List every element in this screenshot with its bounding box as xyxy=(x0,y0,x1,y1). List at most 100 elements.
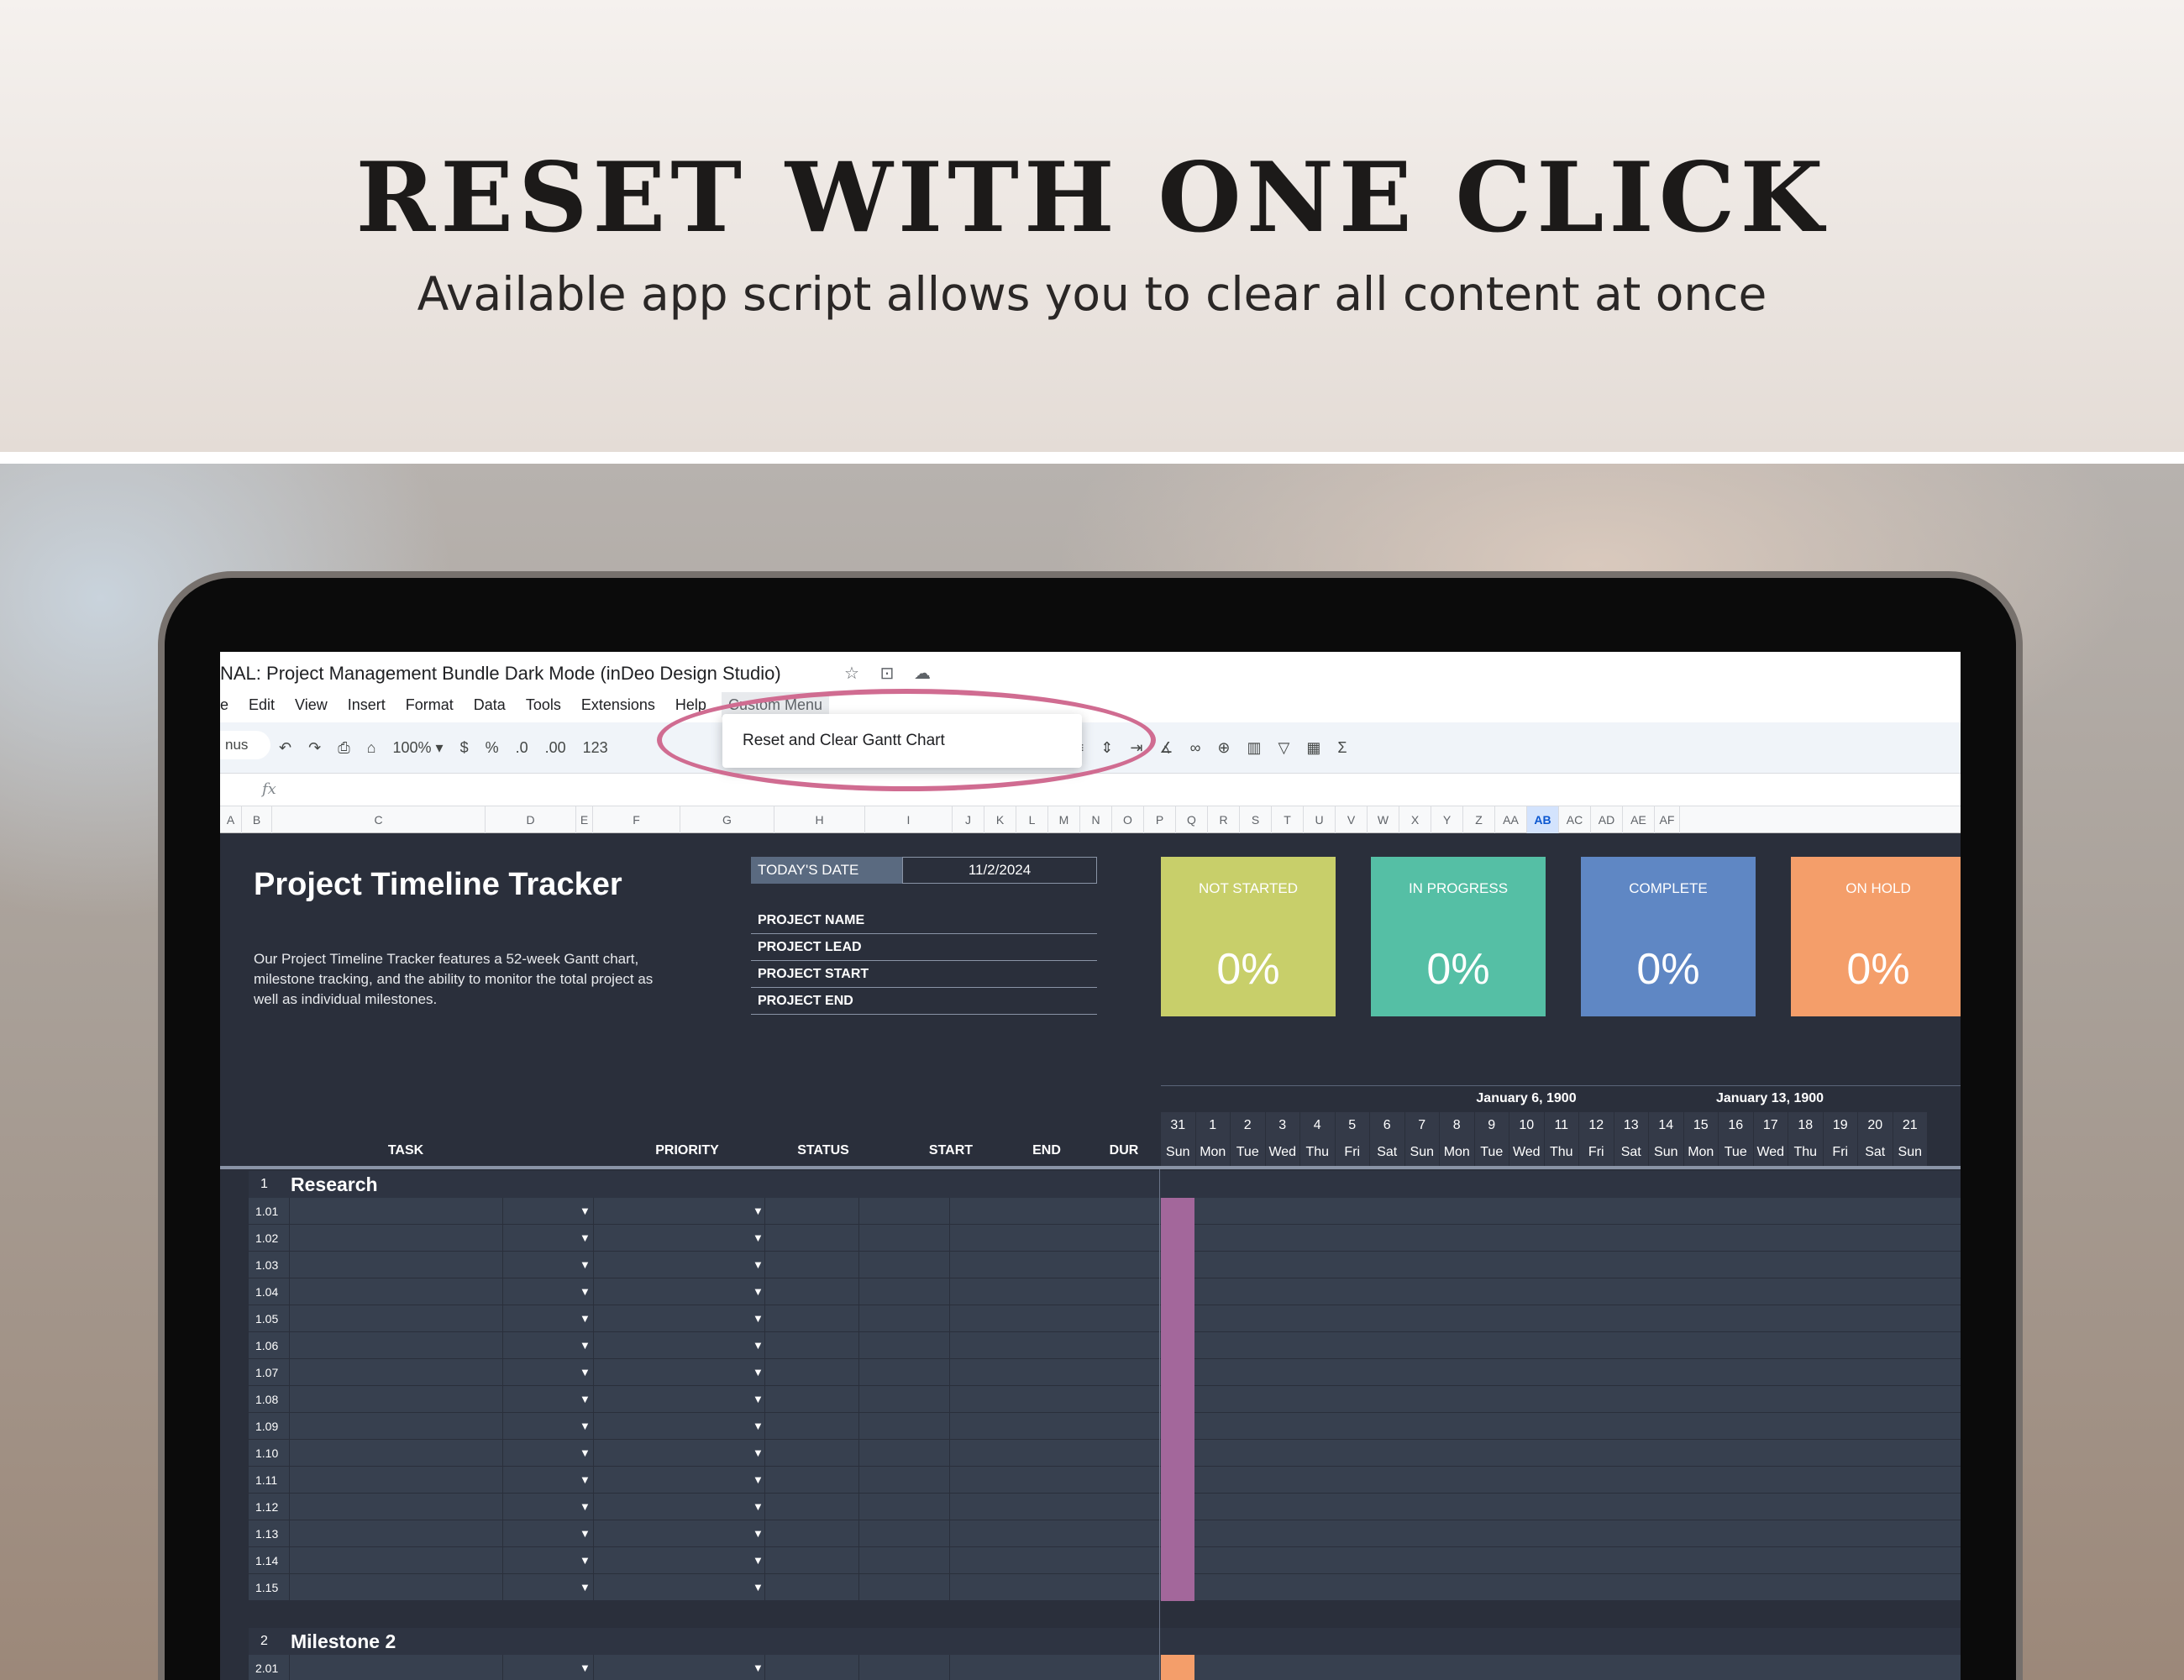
start-cell[interactable] xyxy=(764,1440,858,1466)
status-dropdown-icon[interactable]: ▼ xyxy=(753,1252,764,1278)
task-row[interactable]: 1.06 ▼ ▼ xyxy=(249,1332,1961,1359)
status-dropdown-icon[interactable]: ▼ xyxy=(753,1305,764,1332)
task-cell[interactable] xyxy=(289,1252,502,1278)
status-cell[interactable] xyxy=(593,1305,697,1331)
column-header-ae[interactable]: AE xyxy=(1623,806,1655,833)
start-cell[interactable] xyxy=(764,1305,858,1331)
insert-chart-icon[interactable]: ▥ xyxy=(1247,739,1262,757)
end-cell[interactable] xyxy=(858,1467,949,1493)
redo-icon[interactable]: ↷ xyxy=(308,739,321,757)
priority-dropdown-icon[interactable]: ▼ xyxy=(580,1655,591,1680)
column-header-v[interactable]: V xyxy=(1336,806,1368,833)
status-cell[interactable] xyxy=(593,1467,697,1493)
end-cell[interactable] xyxy=(858,1520,949,1546)
priority-dropdown-icon[interactable]: ▼ xyxy=(580,1225,591,1252)
dur-cell[interactable] xyxy=(949,1359,1037,1385)
start-cell[interactable] xyxy=(764,1574,858,1600)
end-cell[interactable] xyxy=(858,1655,949,1680)
task-cell[interactable] xyxy=(289,1494,502,1520)
dur-cell[interactable] xyxy=(949,1225,1037,1251)
status-dropdown-icon[interactable]: ▼ xyxy=(753,1655,764,1680)
increase-decimal-button[interactable]: .00 xyxy=(545,739,566,757)
dur-cell[interactable] xyxy=(949,1494,1037,1520)
group-row[interactable]: 1 Research xyxy=(249,1171,1961,1198)
dur-cell[interactable] xyxy=(949,1332,1037,1358)
column-header-af[interactable]: AF xyxy=(1655,806,1680,833)
dur-cell[interactable] xyxy=(949,1574,1037,1600)
task-row[interactable]: 1.10 ▼ ▼ xyxy=(249,1440,1961,1467)
dur-cell[interactable] xyxy=(949,1198,1037,1224)
column-header-r[interactable]: R xyxy=(1208,806,1240,833)
dur-cell[interactable] xyxy=(949,1413,1037,1439)
column-header-a[interactable]: A xyxy=(220,806,242,833)
column-header-d[interactable]: D xyxy=(486,806,576,833)
menu-item-insert[interactable]: Insert xyxy=(348,692,386,717)
column-header-ab[interactable]: AB xyxy=(1527,806,1559,833)
menus-search-field[interactable]: nus xyxy=(220,731,270,759)
status-dropdown-icon[interactable]: ▼ xyxy=(753,1332,764,1359)
priority-dropdown-icon[interactable]: ▼ xyxy=(580,1467,591,1494)
status-cell[interactable] xyxy=(593,1440,697,1466)
status-cell[interactable] xyxy=(593,1655,697,1680)
column-header-o[interactable]: O xyxy=(1112,806,1144,833)
column-header-u[interactable]: U xyxy=(1304,806,1336,833)
end-cell[interactable] xyxy=(858,1386,949,1412)
task-row[interactable]: 1.05 ▼ ▼ xyxy=(249,1305,1961,1332)
zoom-select[interactable]: 100% ▾ xyxy=(392,739,443,757)
undo-icon[interactable]: ↶ xyxy=(279,739,291,757)
task-row[interactable]: 1.15 ▼ ▼ xyxy=(249,1574,1961,1601)
column-header-c[interactable]: C xyxy=(272,806,486,833)
status-dropdown-icon[interactable]: ▼ xyxy=(753,1413,764,1440)
dur-cell[interactable] xyxy=(949,1278,1037,1305)
column-header-s[interactable]: S xyxy=(1240,806,1272,833)
end-cell[interactable] xyxy=(858,1278,949,1305)
start-cell[interactable] xyxy=(764,1386,858,1412)
task-cell[interactable] xyxy=(289,1440,502,1466)
project-start-label[interactable]: PROJECT START xyxy=(751,961,1097,988)
start-cell[interactable] xyxy=(764,1413,858,1439)
currency-format-button[interactable]: $ xyxy=(460,739,469,757)
column-header-i[interactable]: I xyxy=(865,806,953,833)
task-cell[interactable] xyxy=(289,1574,502,1600)
start-cell[interactable] xyxy=(764,1359,858,1385)
status-dropdown-icon[interactable]: ▼ xyxy=(753,1520,764,1547)
status-dropdown-icon[interactable]: ▼ xyxy=(753,1225,764,1252)
task-cell[interactable] xyxy=(289,1413,502,1439)
start-cell[interactable] xyxy=(764,1494,858,1520)
column-header-ad[interactable]: AD xyxy=(1591,806,1623,833)
column-header-y[interactable]: Y xyxy=(1431,806,1463,833)
column-header-z[interactable]: Z xyxy=(1463,806,1495,833)
status-dropdown-icon[interactable]: ▼ xyxy=(753,1278,764,1305)
dur-cell[interactable] xyxy=(949,1467,1037,1493)
task-cell[interactable] xyxy=(289,1467,502,1493)
end-cell[interactable] xyxy=(858,1494,949,1520)
column-header-f[interactable]: F xyxy=(593,806,680,833)
task-row[interactable]: 1.04 ▼ ▼ xyxy=(249,1278,1961,1305)
menu-item-e[interactable]: e xyxy=(220,692,228,717)
task-row[interactable]: 1.13 ▼ ▼ xyxy=(249,1520,1961,1547)
insert-link-icon[interactable]: ∞ xyxy=(1190,739,1201,757)
task-cell[interactable] xyxy=(289,1386,502,1412)
priority-dropdown-icon[interactable]: ▼ xyxy=(580,1252,591,1278)
priority-dropdown-icon[interactable]: ▼ xyxy=(580,1198,591,1225)
filter-views-icon[interactable]: ▦ xyxy=(1306,739,1320,757)
column-header-aa[interactable]: AA xyxy=(1495,806,1527,833)
priority-dropdown-icon[interactable]: ▼ xyxy=(580,1547,591,1574)
task-row[interactable]: 1.12 ▼ ▼ xyxy=(249,1494,1961,1520)
column-header-p[interactable]: P xyxy=(1144,806,1176,833)
priority-dropdown-icon[interactable]: ▼ xyxy=(580,1332,591,1359)
end-cell[interactable] xyxy=(858,1225,949,1251)
task-cell[interactable] xyxy=(289,1547,502,1573)
column-header-j[interactable]: J xyxy=(953,806,984,833)
move-to-folder-icon[interactable]: ⊡ xyxy=(875,662,899,685)
dur-cell[interactable] xyxy=(949,1520,1037,1546)
end-cell[interactable] xyxy=(858,1574,949,1600)
status-cell[interactable] xyxy=(593,1386,697,1412)
menu-item-data[interactable]: Data xyxy=(474,692,506,717)
status-cell[interactable] xyxy=(593,1332,697,1358)
end-cell[interactable] xyxy=(858,1413,949,1439)
project-name-label[interactable]: PROJECT NAME xyxy=(751,907,1097,934)
status-cell[interactable] xyxy=(593,1252,697,1278)
column-header-k[interactable]: K xyxy=(984,806,1016,833)
priority-dropdown-icon[interactable]: ▼ xyxy=(580,1494,591,1520)
